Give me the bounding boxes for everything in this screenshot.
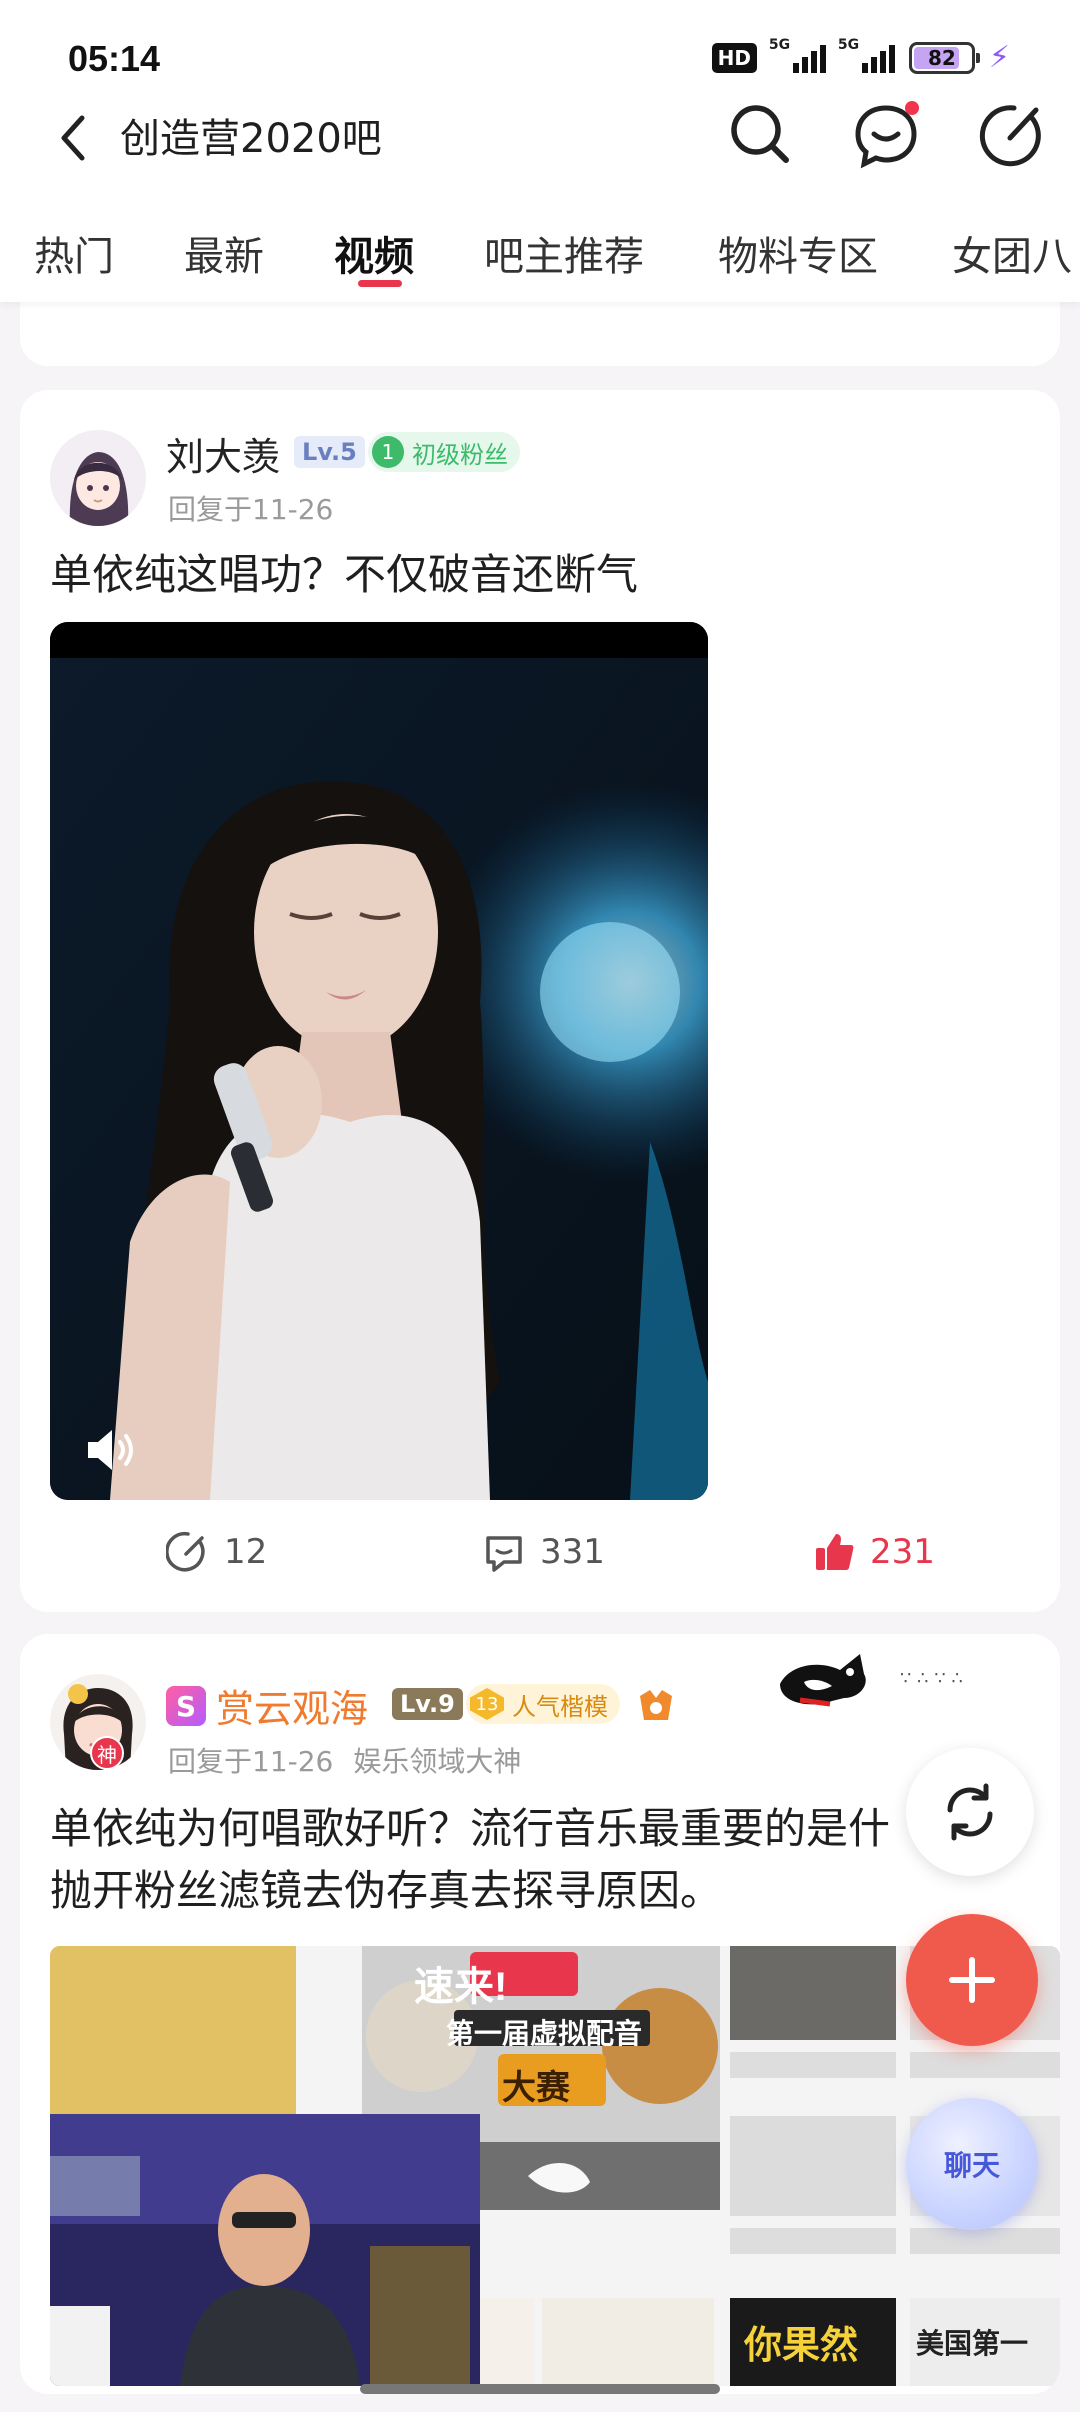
edit-icon xyxy=(979,105,1041,167)
post-title-line-2[interactable]: 抛开粉丝滤镜去伪存真去探寻原因。 xyxy=(50,1860,722,1922)
like-count: 231 xyxy=(870,1532,935,1572)
battery-icon: 82 xyxy=(908,41,980,74)
tab-latest[interactable]: 最新 xyxy=(184,224,264,282)
fan-title: 初级粉丝 xyxy=(412,440,508,469)
username[interactable]: 赏云观海 xyxy=(216,1678,368,1733)
badge-icon xyxy=(636,1686,676,1726)
tab-bar: 热门 最新 视频 吧主推荐 物料专区 女团八 xyxy=(0,206,1080,302)
avatar[interactable] xyxy=(50,430,146,526)
thumbnail-banner-text: 大赛 xyxy=(502,2068,570,2108)
thumbnail-banner-text: 速来! xyxy=(414,1965,508,2009)
fan-title: 人气楷模 xyxy=(512,1692,608,1721)
decoration-dog-sticker: ∵ ∴ ∵ ∴ xyxy=(760,1634,1040,1724)
level-badge: Lv.5 xyxy=(294,436,365,468)
post-meta: 回复于11-26 娱乐领域大神 xyxy=(168,1740,521,1780)
video-player[interactable] xyxy=(50,622,708,1500)
share-icon xyxy=(166,1531,205,1572)
charging-icon: ⚡ xyxy=(988,40,1010,75)
post-date: 回复于11-26 xyxy=(168,1745,334,1778)
hd-icon: HD xyxy=(711,42,757,73)
message-icon xyxy=(855,101,919,169)
refresh-icon xyxy=(947,1783,993,1841)
chevron-left-icon xyxy=(61,115,85,161)
comment-icon xyxy=(486,1536,522,1572)
volume-icon[interactable] xyxy=(84,1426,140,1474)
thumbnail-text: 你果然 xyxy=(744,2323,859,2367)
share-button[interactable]: 12 xyxy=(166,1530,267,1574)
search-button[interactable] xyxy=(722,96,798,172)
like-button[interactable]: 231 xyxy=(812,1530,935,1574)
post-title[interactable]: 单依纯这唱功？不仅破音还断气 xyxy=(50,544,638,606)
vip-icon: S xyxy=(166,1686,206,1726)
network-type-label: 5G xyxy=(768,36,791,53)
post-card[interactable]: 刘大羡 Lv.5 1 初级粉丝 回复于11-26 单依纯这唱功？不仅破音还断气 xyxy=(20,390,1060,1612)
username[interactable]: 刘大羡 xyxy=(166,426,280,481)
chat-button[interactable]: 聊天 xyxy=(906,2098,1038,2230)
refresh-button[interactable] xyxy=(906,1748,1034,1876)
comment-count: 331 xyxy=(540,1532,605,1572)
write-post-button[interactable] xyxy=(974,96,1050,172)
author-title: 娱乐领域大神 xyxy=(353,1745,522,1778)
message-button[interactable] xyxy=(848,96,924,172)
top-nav: 创造营2020吧 xyxy=(0,96,1080,206)
plus-icon xyxy=(949,1957,995,2003)
svg-text:∵ ∴ ∵ ∴: ∵ ∴ ∵ ∴ xyxy=(900,1668,963,1689)
post-meta: 回复于11-26 xyxy=(168,493,334,526)
battery-level: 82 xyxy=(928,45,956,70)
thumbs-up-icon xyxy=(816,1534,854,1570)
status-icons: HD 5G 5G 82 ⚡ xyxy=(711,37,1010,75)
signal-icon: 5G xyxy=(769,37,826,73)
fan-badge: 13 人气楷模 xyxy=(466,1684,620,1724)
tab-girl-group[interactable]: 女团八 xyxy=(952,224,1072,282)
status-time: 05:14 xyxy=(68,38,161,79)
active-tab-indicator xyxy=(358,280,402,287)
thumbnail-banner-text: 第一届虚拟配音 xyxy=(446,2017,643,2050)
tab-hot[interactable]: 热门 xyxy=(34,224,114,282)
home-indicator[interactable] xyxy=(360,2384,720,2394)
tab-materials[interactable]: 物料专区 xyxy=(718,224,878,282)
tab-video[interactable]: 视频 xyxy=(334,224,414,282)
signal-icon: 5G xyxy=(838,37,895,73)
level-badge: Lv.9 xyxy=(392,1688,463,1720)
post-card[interactable]: 神 S 赏云观海 Lv.9 13 人气楷模 ∵ ∴ ∵ ∴ 回复于11-26 娱… xyxy=(20,1634,1060,2394)
comment-button[interactable]: 331 xyxy=(482,1530,605,1574)
add-post-button[interactable] xyxy=(906,1914,1038,2046)
network-type-label: 5G xyxy=(837,36,860,53)
search-icon xyxy=(731,105,789,163)
back-button[interactable] xyxy=(44,102,104,172)
avatar[interactable]: 神 xyxy=(50,1674,146,1770)
share-count: 12 xyxy=(224,1532,268,1572)
god-badge: 神 xyxy=(90,1736,124,1770)
tab-moderator-picks[interactable]: 吧主推荐 xyxy=(484,224,644,282)
chat-label: 聊天 xyxy=(943,2149,1000,2182)
forum-title: 创造营2020吧 xyxy=(120,116,382,162)
fan-badge: 1 初级粉丝 xyxy=(368,432,520,472)
fan-level: 1 xyxy=(372,436,404,468)
status-bar: 05:14 HD 5G 5G 82 ⚡ xyxy=(0,0,1080,96)
fan-level: 13 xyxy=(470,1688,504,1720)
thumbnail-text: 美国第一 xyxy=(916,2327,1029,2360)
